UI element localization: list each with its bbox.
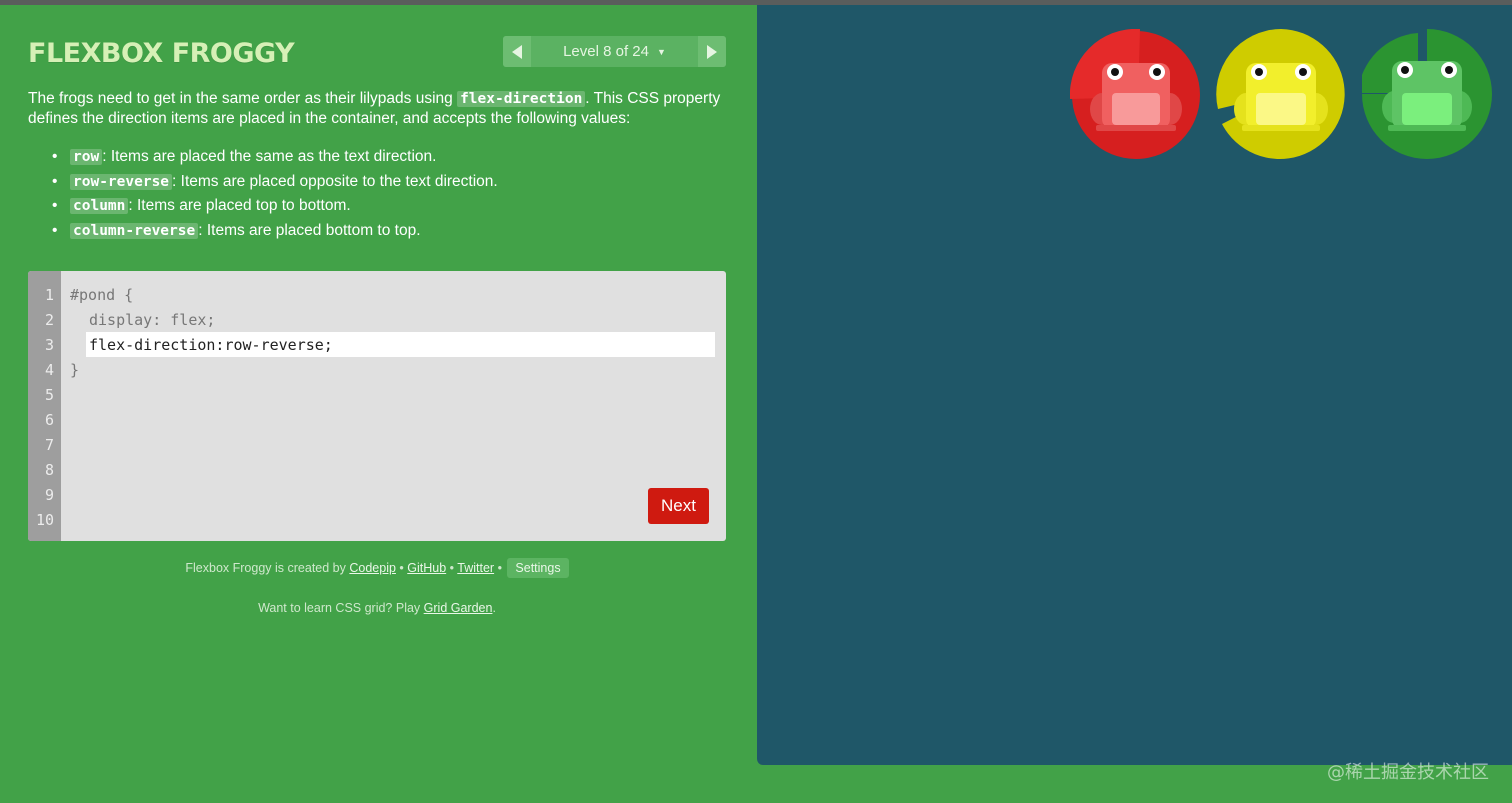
next-button[interactable]: Next (648, 488, 709, 524)
frog-row (1069, 28, 1492, 159)
list-item: row: Items are placed the same as the te… (52, 145, 712, 170)
watermark: @稀土掘金技术社区 (1327, 762, 1489, 783)
triangle-left-icon (512, 44, 522, 59)
pond-board (757, 5, 1512, 765)
settings-button[interactable]: Settings (507, 558, 569, 578)
frog-yellow-icon (1216, 29, 1345, 159)
keyword-code: row-reverse (70, 173, 173, 190)
lilypad-frog-green (1358, 29, 1492, 159)
line-number: 4 (44, 361, 54, 379)
list-item: column: Items are placed top to bottom. (52, 194, 712, 219)
previous-level-button[interactable] (503, 36, 531, 67)
list-item: row-reverse: Items are placed opposite t… (52, 170, 712, 195)
line-number-gutter: 1 2 3 4 5 6 7 8 9 10 (28, 271, 61, 541)
line-number: 2 (44, 311, 54, 329)
caret-down-icon: ▼ (656, 46, 666, 57)
credits: Flexbox Froggy is created by Codepip • G… (28, 558, 726, 578)
line-number: 5 (44, 386, 54, 404)
line-number: 1 (44, 286, 54, 304)
line-number: 7 (44, 436, 54, 454)
instructions-text: The frogs need to get in the same order … (28, 90, 721, 127)
app-title: FLEXBOX FROGGY (28, 38, 295, 69)
codepip-link[interactable]: Codepip (349, 561, 396, 575)
list-item: column-reverse: Items are placed bottom … (52, 219, 712, 244)
next-level-button[interactable] (698, 36, 726, 67)
lilypad-frog-red (1069, 28, 1200, 159)
frog-green-icon (1358, 29, 1492, 159)
level-label: Level 8 of 24 (563, 43, 649, 60)
keyword-code: column-reverse (70, 222, 199, 239)
keyword-flex-direction: flex-direction (457, 91, 586, 107)
line-number: 3 (44, 336, 54, 354)
grid-garden-note: Want to learn CSS grid? Play Grid Garden… (258, 601, 496, 615)
code-line-display: display: flex; (89, 311, 216, 329)
level-navigator: Level 8 of 24 ▼ (503, 36, 726, 67)
frog-red-icon (1069, 28, 1200, 159)
line-number: 8 (44, 461, 54, 479)
values-list: row: Items are placed the same as the te… (52, 145, 712, 243)
code-line-selector: #pond { (70, 286, 134, 304)
level-indicator[interactable]: Level 8 of 24 ▼ (531, 36, 698, 67)
css-answer-input[interactable] (86, 332, 715, 357)
css-editor: 1 2 3 4 5 6 7 8 9 10 #pond { display: fl… (28, 271, 726, 541)
line-number: 9 (44, 486, 54, 504)
triangle-right-icon (707, 44, 717, 59)
line-number: 10 (35, 511, 54, 529)
code-line-closing-brace: } (70, 361, 80, 379)
header: FLEXBOX FROGGY Level 8 of 24 ▼ (28, 36, 726, 69)
keyword-code: row (70, 149, 103, 165)
grid-garden-link[interactable]: Grid Garden (424, 601, 493, 615)
keyword-code: column (70, 198, 129, 214)
lilypad-frog-yellow (1216, 29, 1346, 159)
github-link[interactable]: GitHub (407, 561, 446, 575)
line-number: 6 (44, 411, 54, 429)
twitter-link[interactable]: Twitter (457, 561, 494, 575)
